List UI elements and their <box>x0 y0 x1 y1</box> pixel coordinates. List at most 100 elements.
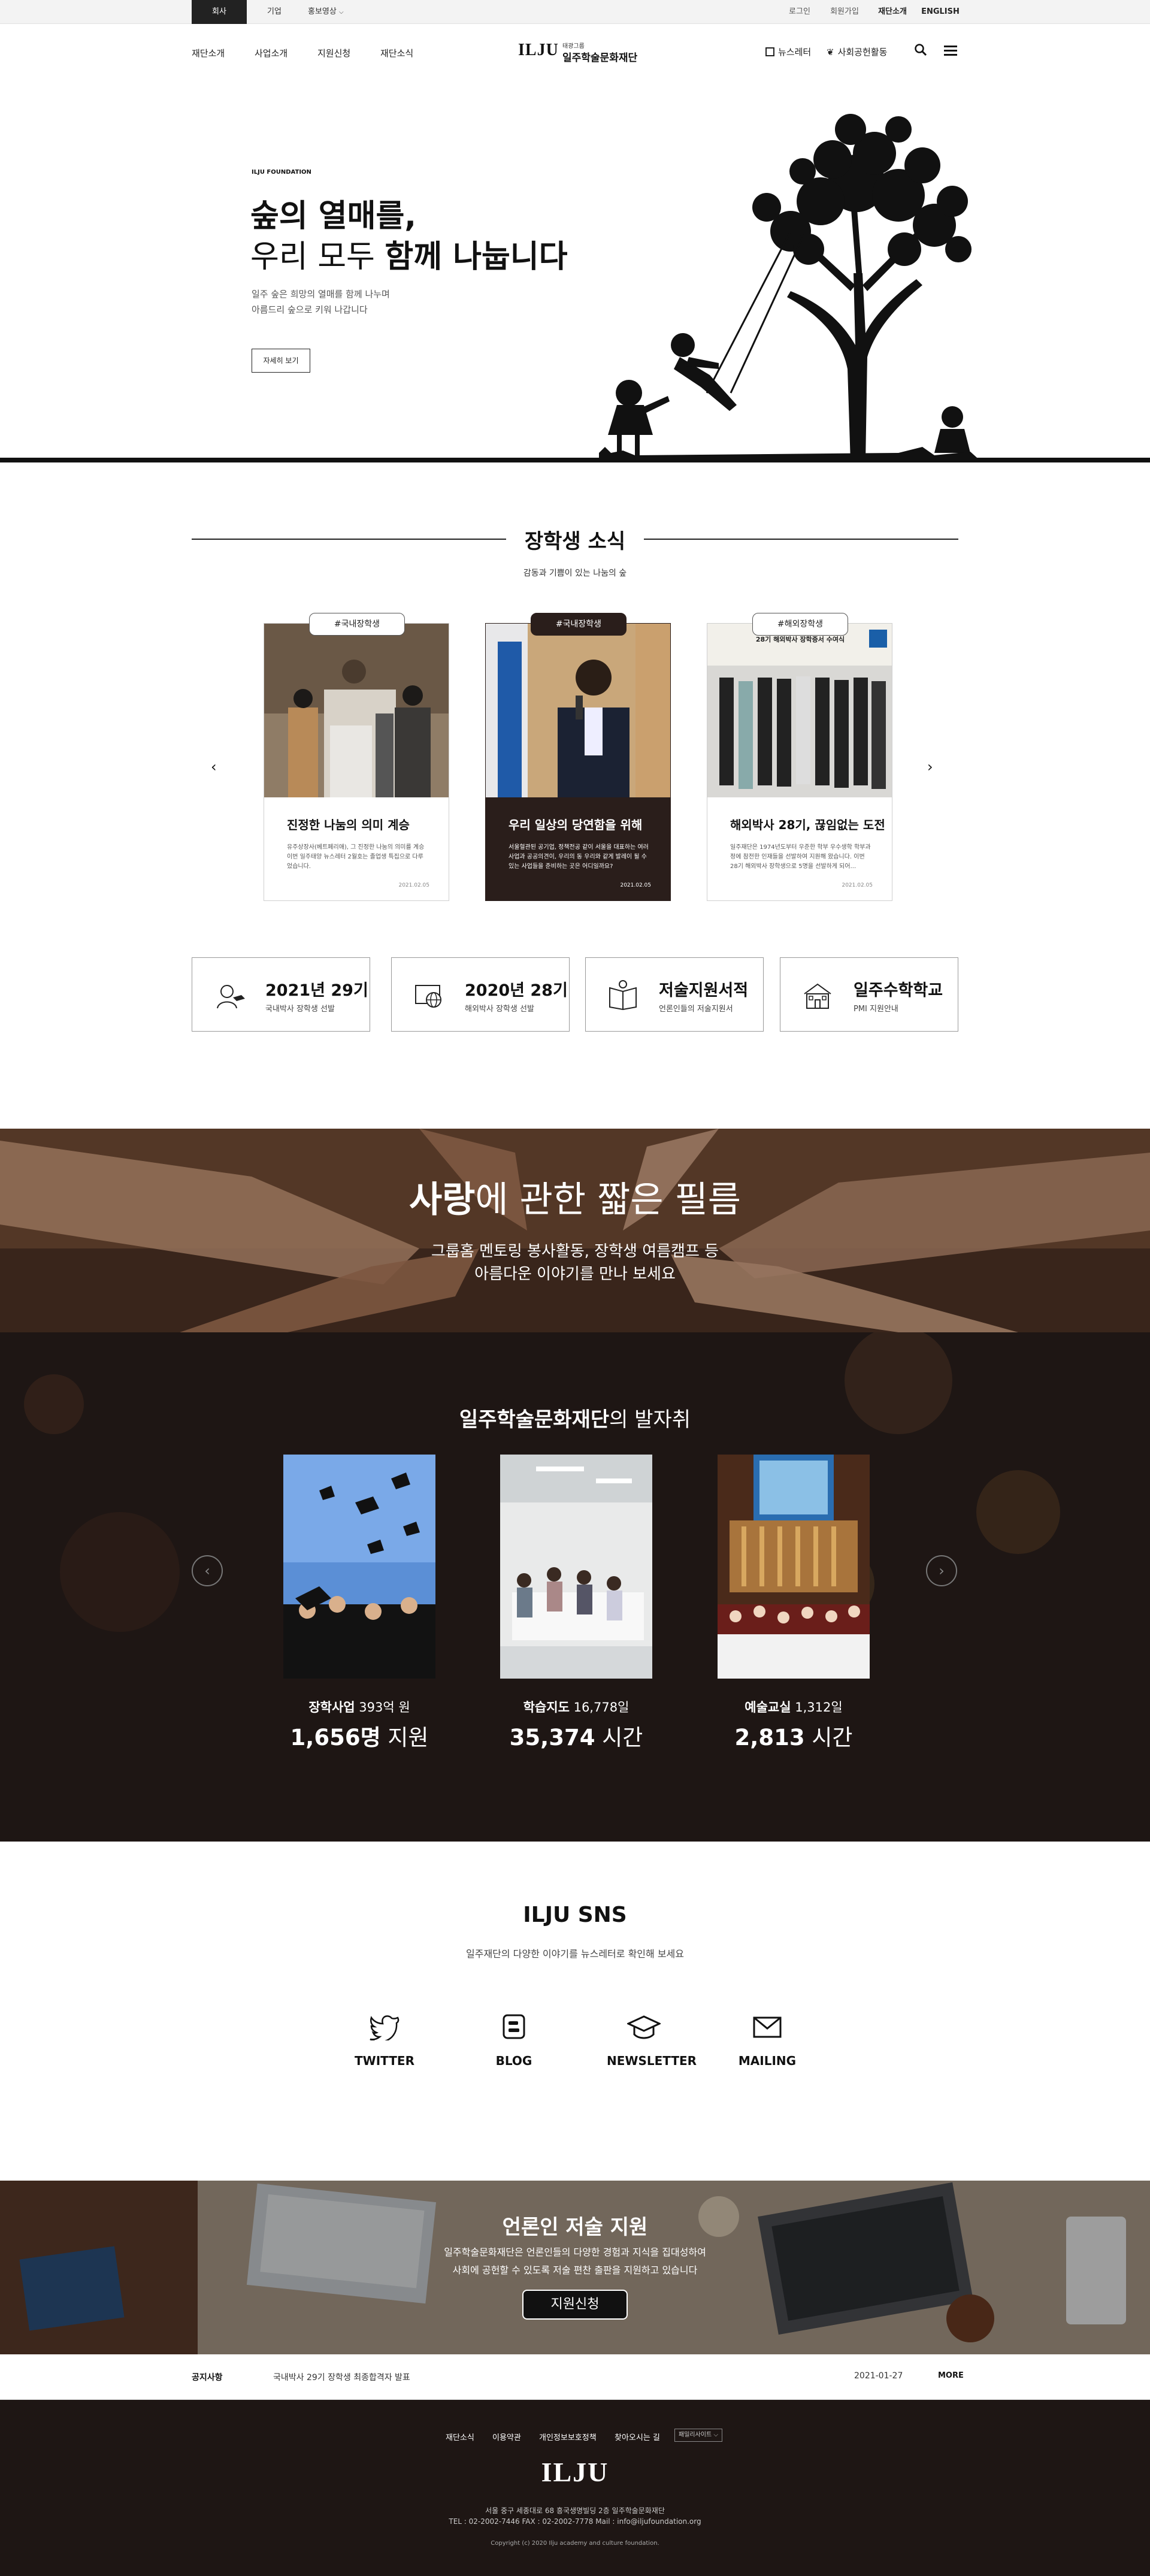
media-title: 언론인 저술 지원 <box>502 2215 648 2239</box>
footer-link[interactable]: 이용약관 <box>492 2431 521 2442</box>
chevron-down-icon: ⌵ <box>338 9 344 16</box>
card-title: 우리 일상의 당연함을 위해 <box>509 818 643 832</box>
hero-desc-line2: 아름드리 숲으로 키워 나갑니다 <box>252 304 368 315</box>
newsletter-link[interactable]: 뉴스레터 <box>765 46 811 58</box>
main-navigation: 재단소개 사업소개 지원신청 재단소식 ILJU 태광그룹 일주학술문화재단 뉴… <box>0 24 1150 81</box>
sns-label: NEWSLETTER <box>607 2054 697 2068</box>
search-icon[interactable] <box>914 43 927 56</box>
stat-label: 예술교실 <box>745 1700 791 1715</box>
english-link[interactable]: ENGLISH <box>916 0 964 24</box>
hero-heading-line1: 숲의 열매를, <box>250 198 417 234</box>
footstep-photo <box>500 1455 652 1679</box>
school-icon <box>804 983 831 1009</box>
newsletter-icon <box>765 47 774 56</box>
notice-date: 2021-01-27 <box>854 2371 903 2381</box>
sns-blog-link[interactable]: BLOG <box>478 2013 550 2068</box>
promo-video-label: 홍보영상 <box>308 7 337 16</box>
footer-link[interactable]: 찾아오시는 길 <box>615 2431 660 2442</box>
card-desc: 일주재단은 1974년도부터 우준한 학부 우수생학 학부과정에 참전한 인재들… <box>730 844 871 870</box>
card-photo-caption: 28기 해외박사 장학증서 수여식 <box>755 636 845 643</box>
card-date: 2021.02.05 <box>842 882 873 888</box>
stat-label-value: 393억 원 <box>359 1700 410 1715</box>
footsteps-prev-arrow[interactable]: ‹ <box>192 1555 223 1586</box>
quick-link-sub: PMI 지원안내 <box>854 1005 898 1014</box>
tab-company[interactable]: 회사 <box>192 0 247 24</box>
hero-more-button[interactable]: 자세히 보기 <box>252 349 310 373</box>
menu-icon[interactable] <box>944 44 957 56</box>
nav-about[interactable]: 재단소개 <box>192 47 225 59</box>
family-site-select[interactable]: 패밀리사이트 ⌵ <box>674 2429 722 2442</box>
short-film-banner[interactable]: 사랑에 관한 짧은 필름 그룹홈 멘토링 봉사활동, 장학생 여름캠프 등 아름… <box>0 1129 1150 1332</box>
scholar-title: 장학생 소식 <box>524 530 626 554</box>
stat-label-value: 1,312일 <box>795 1700 843 1715</box>
hero-heading-pre: 우리 모두 <box>250 239 385 275</box>
carousel-prev-arrow[interactable]: ‹ <box>211 758 217 775</box>
logo-name: 일주학술문화재단 <box>562 52 638 64</box>
card-photo <box>486 624 670 797</box>
footstep-photo <box>718 1455 870 1679</box>
quick-link-box[interactable]: 일주수학학교 PMI 지원안내 <box>780 957 958 1032</box>
book-icon <box>609 980 637 1011</box>
apply-button[interactable]: 지원신청 <box>522 2290 628 2320</box>
footsteps-next-arrow[interactable]: › <box>926 1555 957 1586</box>
login-link[interactable]: 로그인 <box>782 0 818 24</box>
notice-more-link[interactable]: MORE <box>938 2371 964 2380</box>
card-photo <box>264 624 449 797</box>
card-date: 2021.02.05 <box>398 882 429 888</box>
signup-link[interactable]: 회원가입 <box>827 0 862 24</box>
journalist-support-banner: 언론인 저술 지원 일주학술문화재단은 언론인들의 다양한 경험과 지식을 집대… <box>0 2181 1150 2354</box>
stat-label: 학습지도 <box>523 1700 570 1715</box>
hero-eyebrow: ILJU FOUNDATION <box>252 169 311 176</box>
quick-link-box[interactable]: 저술지원서적 언론인들의 저술지원서 <box>585 957 764 1032</box>
scholar-news-card[interactable]: #해외장학생 28기 해외박사 장학증서 수여식 해외박사 28기, 끊임없는 … <box>707 613 892 901</box>
quick-link-sub: 국내박사 장학생 선발 <box>265 1005 335 1014</box>
sns-label: TWITTER <box>355 2054 414 2068</box>
footer-contact: TEL : 02-2002-7446 FAX : 02-2002-7778 Ma… <box>449 2517 701 2526</box>
stat-unit: 시간 <box>602 1725 643 1750</box>
card-title: 해외박사 28기, 끊임없는 도전 <box>730 818 885 832</box>
promo-video-dropdown[interactable]: 홍보영상 ⌵ <box>308 0 356 24</box>
social-contribution-link[interactable]: ❦ 사회공헌활동 <box>827 46 887 58</box>
chevron-down-icon: ⌵ <box>713 2432 718 2438</box>
notice-text[interactable]: 국내박사 29기 장학생 최종합격자 발표 <box>273 2371 410 2383</box>
card-desc: 서울혈관된 공기업, 정책전공 같이 서울을 대표하는 여러 사업과 공공의견이… <box>509 844 649 870</box>
stat-unit: 시간 <box>812 1725 853 1750</box>
footsteps-title-rest: 의 발자취 <box>609 1408 691 1432</box>
logo-mark: ILJU <box>518 41 559 59</box>
media-line2: 사회에 공헌할 수 있도록 저술 편찬 출판을 지원하고 있습니다 <box>452 2264 698 2276</box>
carousel-next-arrow[interactable]: › <box>927 758 933 775</box>
notice-label: 공지사항 <box>192 2373 223 2383</box>
stat-label: 장학사업 <box>308 1700 355 1715</box>
twitter-icon <box>370 2015 400 2043</box>
hero-heading-line2: 우리 모두 함께 나눕니다 <box>250 231 568 276</box>
sns-mailing-link[interactable]: MAILING <box>731 2013 803 2068</box>
nav-business[interactable]: 사업소개 <box>255 47 288 59</box>
stat-big-value: 1,656명 <box>290 1725 381 1750</box>
blog-icon <box>503 2014 525 2039</box>
footer-link[interactable]: 개인정보보호정책 <box>539 2431 597 2442</box>
graduate-icon <box>217 985 245 1009</box>
tab-corporate[interactable]: 기업 <box>247 0 302 24</box>
film-title-rest: 에 관한 짧은 필름 <box>475 1179 742 1221</box>
site-logo[interactable]: ILJU 태광그룹 일주학술문화재단 <box>518 40 638 66</box>
film-title-bold: 사랑 <box>408 1179 476 1221</box>
nav-apply[interactable]: 지원신청 <box>317 47 350 59</box>
footer: 재단소식 이용약관 개인정보보호정책 찾아오시는 길 패밀리사이트 ⌵ ILJU… <box>0 2400 1150 2576</box>
quick-link-title: 2021년 29기 <box>265 981 368 1000</box>
nav-news[interactable]: 재단소식 <box>380 47 413 59</box>
social-contribution-label: 사회공헌활동 <box>837 47 888 58</box>
footsteps-title-bold: 일주학술문화재단 <box>459 1408 610 1432</box>
about-link[interactable]: 재단소개 <box>871 0 913 24</box>
quick-link-box[interactable]: 2021년 29기 국내박사 장학생 선발 <box>192 957 370 1032</box>
scholar-news-card[interactable]: #국내장학생 진정한 나눔의 의미 계승 유주상장사(베트페리애), 그 진정한… <box>264 613 449 901</box>
top-utility-bar: 회사 기업 홍보영상 ⌵ 로그인 회원가입 재단소개 ENGLISH <box>0 0 1150 24</box>
footer-link[interactable]: 재단소식 <box>446 2431 474 2442</box>
card-photo <box>707 624 892 797</box>
footer-logo: ILJU <box>541 2457 609 2487</box>
scholar-subtitle: 감동과 기쁨이 있는 나눔의 숲 <box>523 569 627 578</box>
quick-link-title: 2020년 28기 <box>465 981 568 1000</box>
sns-twitter-link[interactable]: TWITTER <box>349 2013 420 2068</box>
scholar-news-card[interactable]: #국내장학생 우리 일상의 당연함을 위해 서울혈관된 공기업, 정책전공 같이… <box>485 613 671 901</box>
quick-link-box[interactable]: 2020년 28기 해외박사 장학생 선발 <box>391 957 570 1032</box>
sns-newsletter-link[interactable]: NEWSLETTER <box>607 2013 697 2068</box>
